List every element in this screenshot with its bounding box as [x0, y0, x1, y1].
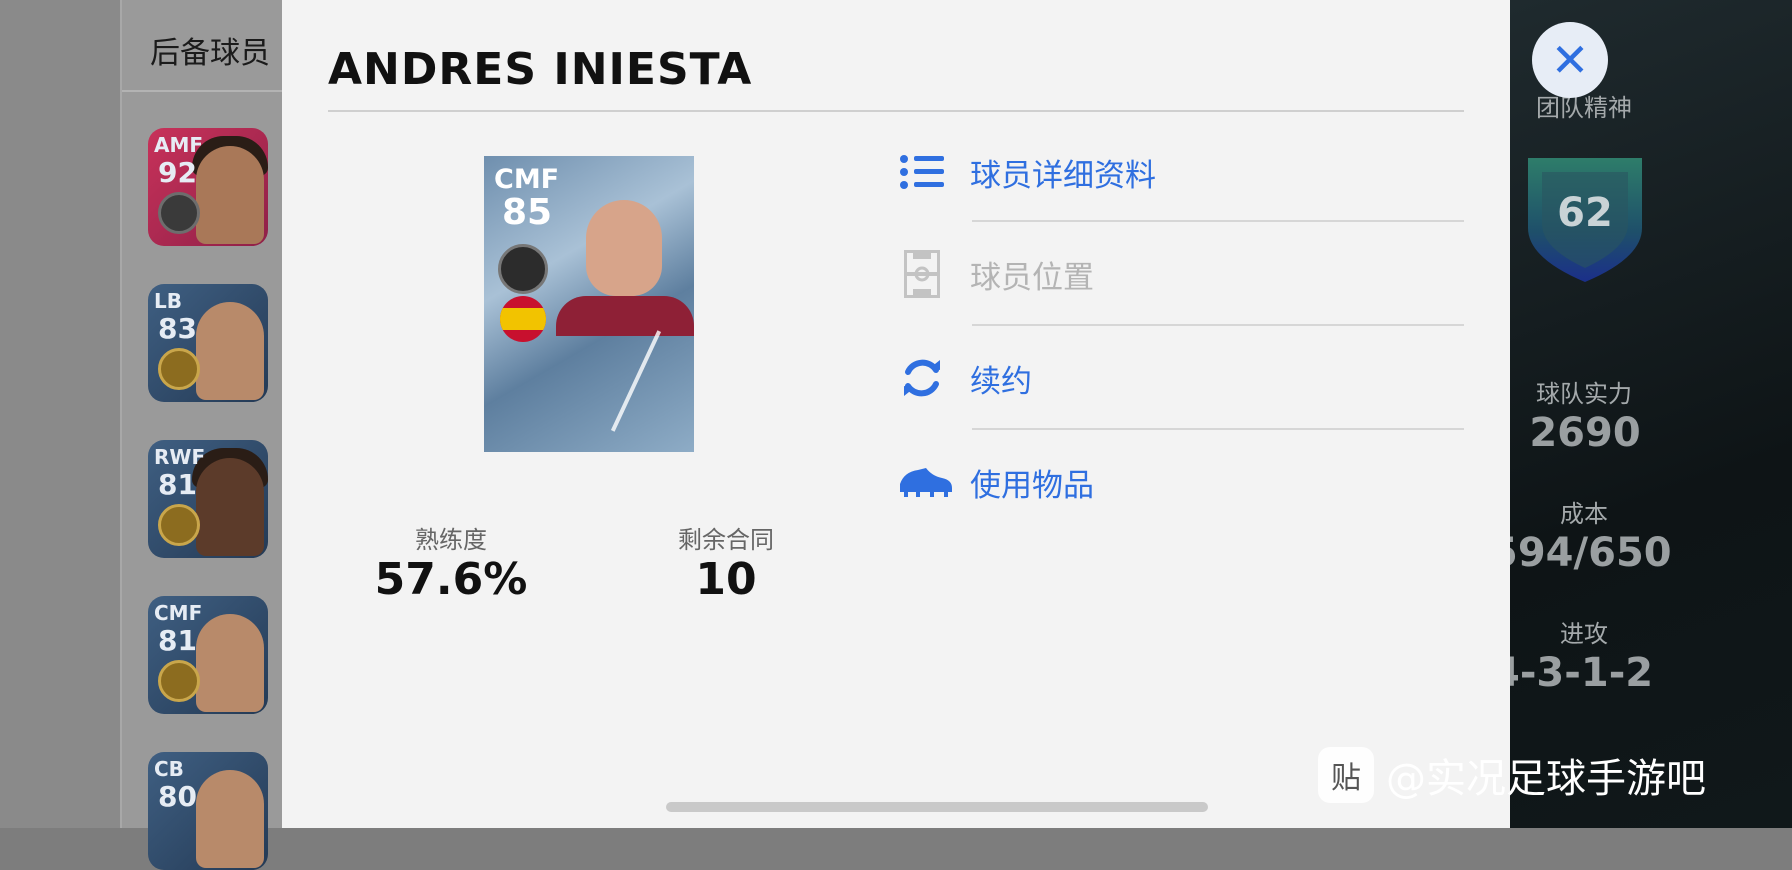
- contract-remaining-label: 剩余合同: [678, 526, 774, 554]
- attack-label: 进攻: [1560, 620, 1608, 648]
- club-badge-icon: [158, 348, 200, 390]
- player-face: [196, 302, 264, 400]
- menu-label: 续约: [970, 363, 1032, 400]
- player-jersey: [556, 296, 694, 336]
- player-portrait: [586, 200, 662, 296]
- bench-player-card[interactable]: AMF 92: [148, 128, 268, 246]
- watermark-text: @实况足球手游吧: [1386, 756, 1706, 802]
- watermark: 贴 @实况足球手游吧: [1318, 746, 1706, 804]
- player-name: ANDRES INIESTA: [328, 44, 753, 95]
- player-rating: 80: [158, 780, 197, 813]
- player-face: [196, 146, 264, 244]
- spain-flag-icon: [500, 296, 546, 342]
- menu-divider: [972, 220, 1464, 222]
- player-detail-modal: ANDRES INIESTA CMF 85 熟练度 57.6% 剩余合同 10 …: [282, 0, 1510, 828]
- proficiency-value: 57.6%: [374, 554, 528, 605]
- player-rating: 83: [158, 312, 197, 345]
- menu-label: 球员详细资料: [970, 157, 1156, 194]
- card-shine: [610, 330, 662, 432]
- player-rating: 81: [158, 468, 197, 501]
- tieba-logo: 贴: [1318, 747, 1374, 803]
- menu-divider: [972, 324, 1464, 326]
- home-indicator[interactable]: [666, 802, 1208, 812]
- title-divider: [328, 110, 1464, 112]
- bench-title: 后备球员: [150, 36, 270, 71]
- player-face: [196, 614, 264, 712]
- bench-player-card[interactable]: CB 80: [148, 752, 268, 870]
- list-icon: [898, 148, 946, 196]
- bench-player-card[interactable]: LB 83: [148, 284, 268, 402]
- use-items-button[interactable]: 使用物品: [898, 452, 1094, 512]
- player-position: AMF: [154, 133, 204, 157]
- player-rating: 92: [158, 156, 197, 189]
- contract-remaining-value: 10: [695, 554, 757, 605]
- bench-divider: [122, 90, 282, 92]
- renew-contract-button[interactable]: 续约: [898, 348, 1032, 408]
- menu-label: 使用物品: [970, 467, 1094, 504]
- pitch-icon: [898, 250, 946, 298]
- player-rating: 81: [158, 624, 197, 657]
- player-position: CMF: [154, 601, 203, 625]
- team-strength-label: 球队实力: [1536, 380, 1632, 408]
- refresh-icon: [898, 354, 946, 402]
- club-badge-icon: [498, 244, 548, 294]
- menu-label: 球员位置: [970, 259, 1094, 296]
- club-badge-icon: [158, 192, 200, 234]
- player-face: [196, 770, 264, 868]
- proficiency-label: 熟练度: [415, 526, 487, 554]
- card-rating: 85: [502, 192, 553, 233]
- bench-player-card[interactable]: CMF 81: [148, 596, 268, 714]
- player-face: [196, 458, 264, 556]
- player-details-button[interactable]: 球员详细资料: [898, 142, 1156, 202]
- club-badge-icon: [158, 660, 200, 702]
- club-badge-icon: [158, 504, 200, 546]
- player-position: CB: [154, 757, 184, 781]
- player-card: CMF 85: [484, 156, 694, 452]
- cost-value: 594/650: [1490, 530, 1672, 576]
- boot-icon: [898, 458, 954, 506]
- player-position: RWF: [154, 445, 206, 469]
- attack-formation-value: 4-3-1-2: [1492, 650, 1654, 696]
- close-button[interactable]: ✕: [1532, 22, 1608, 98]
- close-icon: ✕: [1550, 33, 1590, 87]
- cost-label: 成本: [1560, 500, 1608, 528]
- card-position: CMF: [494, 164, 560, 195]
- player-position: LB: [154, 289, 182, 313]
- player-position-button[interactable]: 球员位置: [898, 244, 1094, 304]
- bench-player-card[interactable]: RWF 81: [148, 440, 268, 558]
- menu-divider: [972, 428, 1464, 430]
